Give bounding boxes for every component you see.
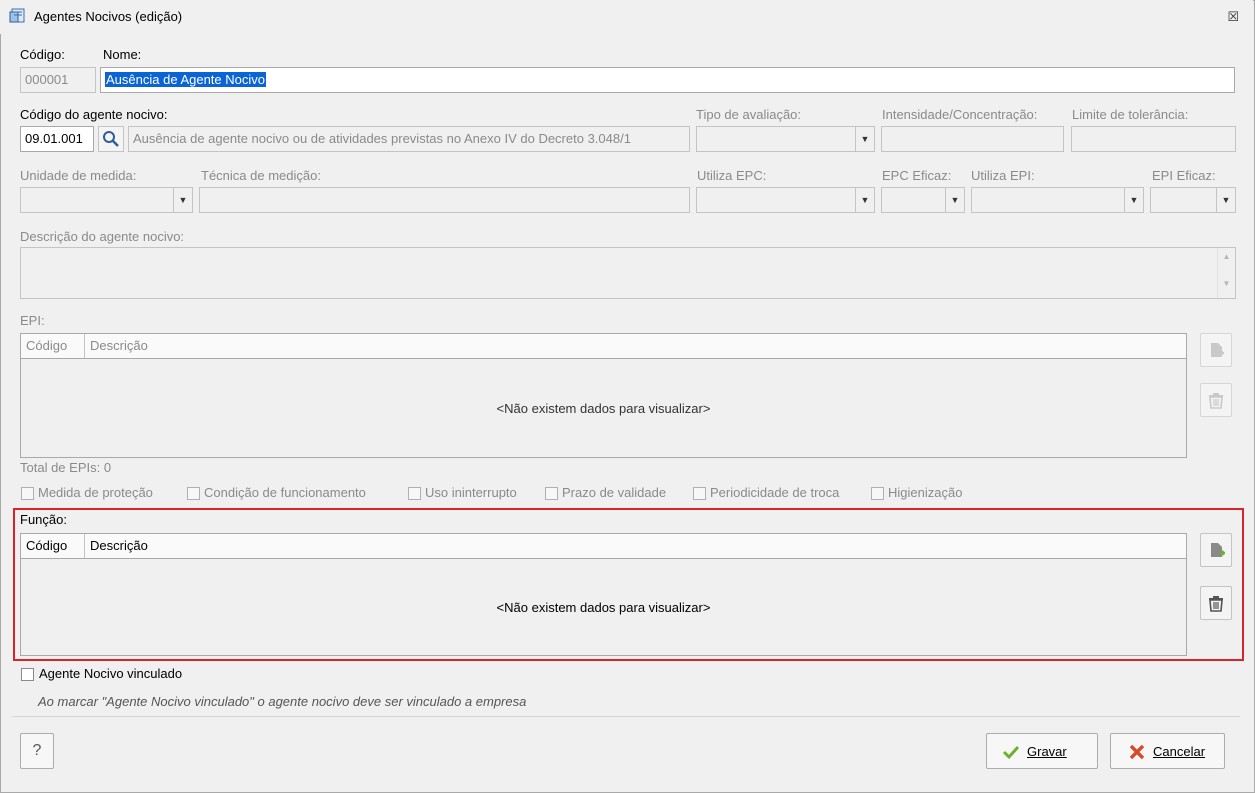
agente-label: Código do agente nocivo: [20, 107, 168, 122]
chevron-down-icon: ▼ [1124, 188, 1143, 212]
close-red-icon [1129, 744, 1145, 760]
save-label: Gravar [1027, 744, 1067, 759]
agente-code-field[interactable]: 09.01.001 [20, 126, 94, 152]
close-icon[interactable]: ☒ [1227, 9, 1239, 25]
epi-empty-message: <Não existem dados para visualizar> [496, 401, 711, 416]
tecnica-label: Técnica de medição: [201, 168, 321, 183]
checkbox-higienizacao[interactable] [871, 487, 884, 500]
help-button[interactable]: ? [20, 733, 54, 769]
scroll-up-icon: ▲ [1222, 252, 1231, 261]
scrollbar[interactable]: ▲ ▼ [1217, 248, 1235, 298]
intensidade-label: Intensidade/Concentração: [882, 107, 1038, 122]
search-icon [103, 131, 119, 147]
help-label: ? [32, 742, 42, 759]
nome-label: Nome: [103, 47, 142, 62]
epi-eficaz-label: EPI Eficaz: [1152, 168, 1216, 183]
chevron-down-icon: ▼ [855, 188, 874, 212]
unidade-select[interactable]: ▼ [20, 187, 193, 213]
epi-grid-header: Código Descrição [21, 334, 1186, 359]
window-title: Agentes Nocivos (edição) [34, 9, 183, 24]
checkbox-label: Uso ininterrupto [425, 485, 517, 500]
checkbox-medida-protecao[interactable] [21, 487, 34, 500]
utiliza-epc-label: Utiliza EPC: [697, 168, 767, 183]
save-button[interactable]: Gravar [986, 733, 1098, 769]
descricao-textarea: ▲ ▼ [20, 247, 1236, 299]
trash-icon [1209, 393, 1223, 409]
search-button[interactable] [98, 126, 124, 152]
utiliza-epi-select[interactable]: ▼ [971, 187, 1144, 213]
epi-add-button[interactable] [1200, 333, 1232, 367]
limite-label: Limite de tolerância: [1072, 107, 1189, 122]
chevron-down-icon: ▼ [855, 127, 874, 151]
chevron-down-icon: ▼ [173, 188, 192, 212]
codigo-field: 000001 [20, 67, 96, 93]
limite-field [1071, 126, 1236, 152]
epi-col-codigo[interactable]: Código [21, 334, 85, 358]
checkbox-label: Medida de proteção [38, 485, 153, 500]
cancel-label: Cancelar [1153, 744, 1206, 759]
nome-field[interactable]: Ausência de Agente Nocivo [100, 67, 1235, 93]
tipo-avaliacao-select[interactable]: ▼ [696, 126, 875, 152]
epi-delete-button[interactable] [1200, 383, 1232, 417]
epc-eficaz-select[interactable]: ▼ [881, 187, 965, 213]
epi-label: EPI: [20, 313, 45, 328]
vinculado-note: Ao marcar "Agente Nocivo vinculado" o ag… [38, 694, 527, 709]
tecnica-field [199, 187, 690, 213]
epi-grid[interactable]: Código Descrição <Não existem dados para… [20, 333, 1187, 458]
epc-eficaz-label: EPC Eficaz: [882, 168, 952, 183]
intensidade-field [881, 126, 1064, 152]
app-icon [9, 8, 25, 23]
scroll-down-icon: ▼ [1222, 279, 1231, 288]
title-bar: Agentes Nocivos (edição) ☒ [0, 0, 1253, 34]
checkbox-uso-ininterrupto[interactable] [408, 487, 421, 500]
nome-selected-text: Ausência de Agente Nocivo [105, 72, 266, 87]
checkbox-label: Higienização [888, 485, 963, 500]
checkbox-label: Condição de funcionamento [204, 485, 366, 500]
checkbox-agente-vinculado[interactable] [21, 668, 34, 681]
add-file-icon [1211, 343, 1224, 357]
checkmark-icon [1002, 745, 1020, 760]
epi-col-descricao[interactable]: Descrição [85, 334, 385, 358]
chevron-down-icon: ▼ [1216, 188, 1235, 212]
checkbox-label: Prazo de validade [562, 485, 667, 500]
vinculado-label: Agente Nocivo vinculado [39, 666, 183, 681]
unidade-label: Unidade de medida: [20, 168, 137, 183]
codigo-label: Código: [20, 47, 65, 62]
tipo-avaliacao-label: Tipo de avaliação: [696, 107, 802, 122]
checkbox-condicao-funcionamento[interactable] [187, 487, 200, 500]
highlight-box [13, 508, 1244, 661]
utiliza-epc-select[interactable]: ▼ [696, 187, 875, 213]
cancel-button[interactable]: Cancelar [1110, 733, 1225, 769]
checkbox-prazo-validade[interactable] [545, 487, 558, 500]
checkbox-periodicidade-troca[interactable] [693, 487, 706, 500]
agente-description-field: Ausência de agente nocivo ou de atividad… [128, 126, 690, 152]
checkbox-label: Periodicidade de troca [710, 485, 840, 500]
chevron-down-icon: ▼ [945, 188, 964, 212]
epi-total: Total de EPIs: 0 [20, 460, 112, 475]
epi-eficaz-select[interactable]: ▼ [1150, 187, 1236, 213]
descricao-label: Descrição do agente nocivo: [20, 229, 185, 244]
utiliza-epi-label: Utiliza EPI: [971, 168, 1035, 183]
divider [12, 716, 1240, 717]
